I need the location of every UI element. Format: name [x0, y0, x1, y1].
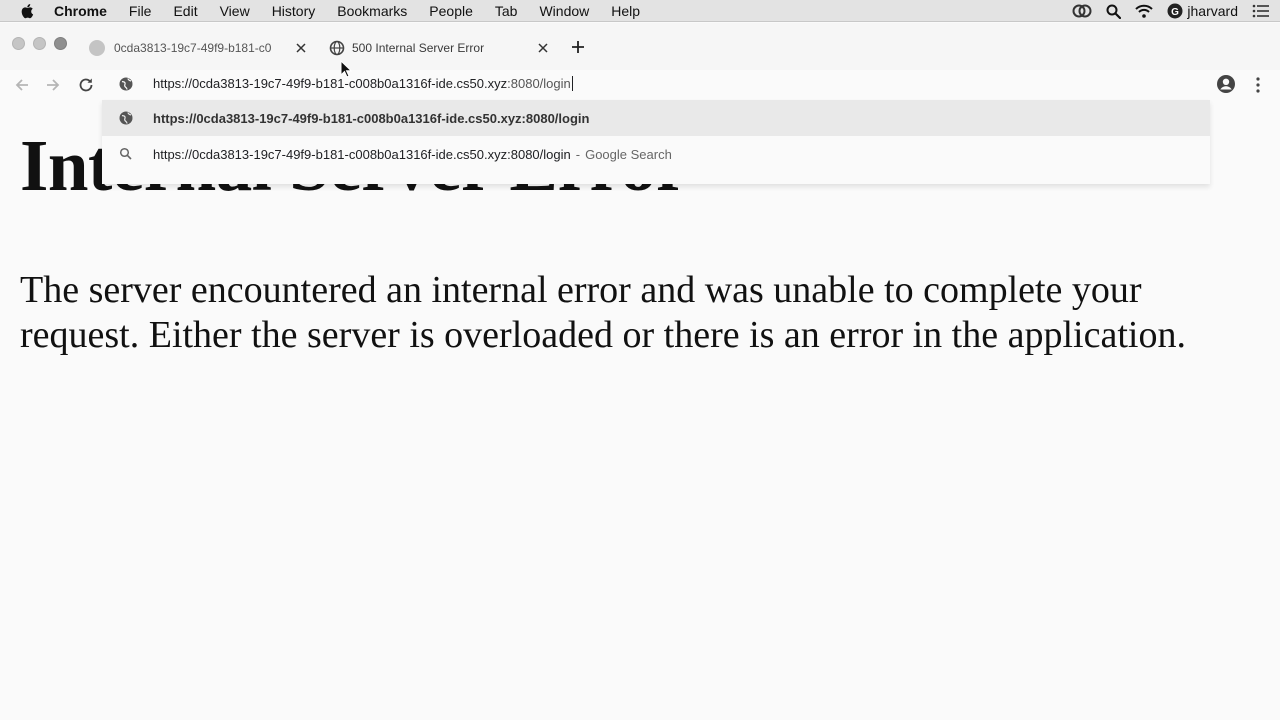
- tab-title: 0cda3813-19c7-49f9-b181-c0: [114, 41, 272, 55]
- error-message: The server encountered an internal error…: [20, 269, 1186, 356]
- user-avatar-icon: G: [1167, 3, 1183, 19]
- macos-menu-bar: Chrome File Edit View History Bookmarks …: [0, 0, 1280, 22]
- new-tab-icon[interactable]: [570, 39, 586, 55]
- user-name: jharvard: [1187, 3, 1238, 19]
- spotlight-search-icon[interactable]: [1106, 4, 1122, 19]
- zoom-window-button[interactable]: [54, 37, 67, 50]
- browser-toolbar: https://0cda3813-19c7-49f9-b181-c008b0a1…: [0, 70, 1280, 100]
- site-info-globe-icon[interactable]: [119, 77, 133, 91]
- close-tab-icon[interactable]: [536, 41, 550, 55]
- menu-tab[interactable]: Tab: [495, 3, 518, 19]
- tab-title: 500 Internal Server Error: [352, 41, 485, 55]
- suggestion-text: https://0cda3813-19c7-49f9-b181-c008b0a1…: [153, 111, 590, 126]
- search-icon: [119, 147, 132, 160]
- menu-history[interactable]: History: [272, 3, 316, 19]
- wifi-icon[interactable]: [1135, 4, 1154, 18]
- user-account-menu[interactable]: G jharvard: [1167, 3, 1238, 19]
- address-bar-url[interactable]: https://0cda3813-19c7-49f9-b181-c008b0a1…: [153, 76, 573, 91]
- back-arrow-icon[interactable]: [12, 75, 32, 95]
- text-caret: [571, 76, 573, 91]
- window-controls: [12, 37, 67, 50]
- menu-bar-status-area: G jharvard: [1072, 0, 1270, 22]
- close-window-button[interactable]: [12, 37, 25, 50]
- globe-icon: [329, 40, 345, 56]
- suggestion-separator: -: [575, 147, 581, 162]
- more-options-icon[interactable]: [1250, 75, 1266, 95]
- tab-strip: 0cda3813-19c7-49f9-b181-c0 500 Internal …: [0, 23, 1280, 78]
- suggestion-text: https://0cda3813-19c7-49f9-b181-c008b0a1…: [153, 147, 672, 162]
- suggestion-description: Google Search: [585, 147, 672, 162]
- tab-internal-server-error[interactable]: 500 Internal Server Error: [326, 35, 556, 61]
- menu-window[interactable]: Window: [539, 3, 589, 19]
- profile-icon[interactable]: [1216, 74, 1236, 94]
- menu-bookmarks[interactable]: Bookmarks: [337, 3, 407, 19]
- page-content: Internal Server Error The server encount…: [0, 100, 1280, 720]
- menu-people[interactable]: People: [429, 3, 473, 19]
- menu-edit[interactable]: Edit: [173, 3, 197, 19]
- reload-icon[interactable]: [76, 75, 96, 95]
- url-host: https://0cda3813-19c7-49f9-b181-c008b0a1…: [153, 76, 508, 91]
- forward-arrow-icon[interactable]: [43, 75, 63, 95]
- notification-center-icon[interactable]: [1252, 4, 1270, 18]
- menu-view[interactable]: View: [220, 3, 250, 19]
- menu-help[interactable]: Help: [611, 3, 640, 19]
- blank-favicon: [89, 40, 105, 56]
- menu-chrome[interactable]: Chrome: [54, 3, 107, 19]
- creative-cloud-icon[interactable]: [1072, 4, 1092, 18]
- suggestion-url[interactable]: https://0cda3813-19c7-49f9-b181-c008b0a1…: [102, 100, 1210, 136]
- minimize-window-button[interactable]: [33, 37, 46, 50]
- apple-menu-icon[interactable]: [20, 3, 36, 19]
- suggestion-search[interactable]: https://0cda3813-19c7-49f9-b181-c008b0a1…: [102, 136, 1210, 172]
- close-tab-icon[interactable]: [294, 41, 308, 55]
- url-port-path: :8080/login: [507, 76, 571, 91]
- svg-text:G: G: [1172, 7, 1180, 18]
- menu-file[interactable]: File: [129, 3, 152, 19]
- globe-icon: [119, 111, 133, 125]
- omnibox-suggestions: https://0cda3813-19c7-49f9-b181-c008b0a1…: [102, 100, 1210, 184]
- tab-ide[interactable]: 0cda3813-19c7-49f9-b181-c0: [86, 35, 314, 61]
- suggestion-query: https://0cda3813-19c7-49f9-b181-c008b0a1…: [153, 147, 571, 162]
- address-bar[interactable]: https://0cda3813-19c7-49f9-b181-c008b0a1…: [108, 70, 1212, 100]
